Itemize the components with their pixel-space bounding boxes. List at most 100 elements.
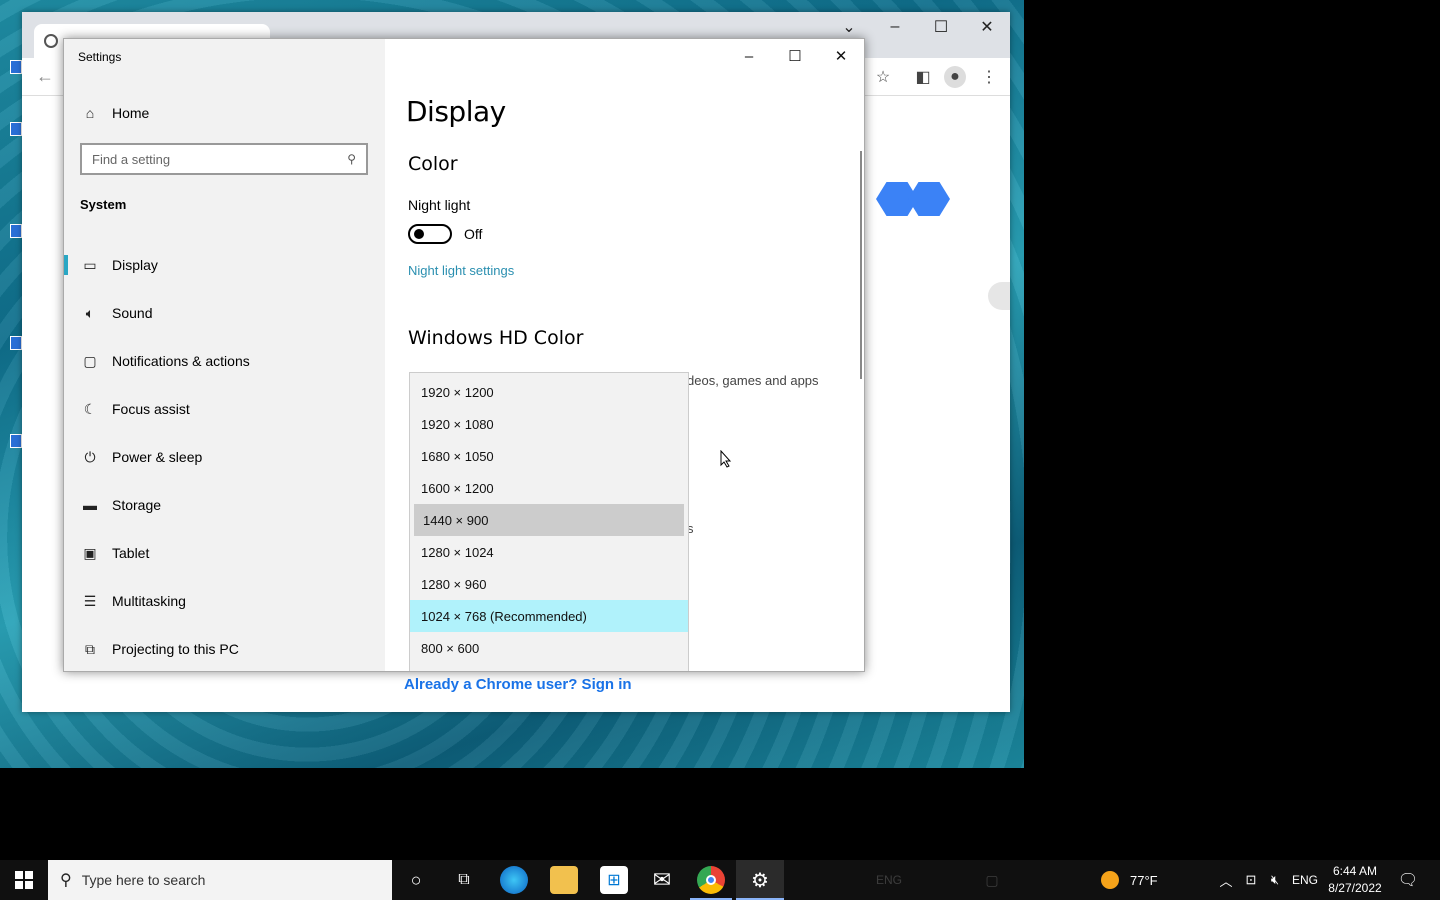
resolution-dropdown-list: 1920 × 1200 1920 × 1080 1680 × 1050 1600… bbox=[409, 372, 689, 671]
desktop-icon[interactable] bbox=[2, 336, 22, 380]
speaker-icon: 🔈︎ bbox=[85, 304, 95, 321]
taskbar-search-input[interactable] bbox=[81, 872, 392, 888]
ghost-tray-language: ENG bbox=[876, 873, 903, 887]
find-setting-input[interactable] bbox=[92, 151, 348, 167]
resolution-option[interactable]: 1600 × 1200 bbox=[410, 472, 688, 504]
input-language[interactable]: ENG bbox=[1292, 860, 1318, 900]
sidebar-item-storage[interactable]: ▬ Storage bbox=[64, 481, 385, 529]
taskbar-search-box[interactable]: ⚲ bbox=[48, 860, 392, 900]
nav-label: Power & sleep bbox=[112, 449, 203, 465]
resolution-option[interactable]: 1920 × 1200 bbox=[410, 376, 688, 408]
home-nav-item[interactable]: ⌂ Home bbox=[80, 103, 150, 123]
edge-icon[interactable] bbox=[500, 866, 528, 894]
close-button[interactable]: ✕ bbox=[818, 41, 864, 71]
more-menu-icon[interactable]: ⋮ bbox=[978, 66, 1000, 88]
monitor-icon: ▭ bbox=[83, 256, 97, 273]
cortana-icon[interactable]: ○ bbox=[402, 860, 430, 900]
hd-color-heading: Windows HD Color bbox=[408, 327, 584, 349]
find-setting-box[interactable]: ⚲ bbox=[80, 143, 368, 175]
night-light-label: Night light bbox=[408, 197, 471, 213]
settings-sidebar: Settings ⌂ Home ⚲ System ▭ Display 🔈︎ So… bbox=[64, 39, 385, 671]
nav-label: Focus assist bbox=[112, 401, 190, 417]
resolution-option[interactable]: 1280 × 1024 bbox=[410, 536, 688, 568]
action-center-icon[interactable]: 🗨︎ bbox=[1394, 860, 1422, 900]
search-icon: ⚲ bbox=[60, 872, 72, 889]
nav-label: Tablet bbox=[112, 545, 150, 561]
settings-gear-icon[interactable]: ⚙ bbox=[736, 860, 784, 900]
volume-muted-icon[interactable]: 🔇︎ bbox=[1264, 860, 1286, 900]
weather-sun-icon[interactable] bbox=[1098, 860, 1122, 900]
color-heading: Color bbox=[408, 153, 458, 175]
nav-label: Projecting to this PC bbox=[112, 641, 239, 657]
desktop-icon[interactable] bbox=[2, 122, 22, 166]
chrome-icon[interactable] bbox=[697, 866, 725, 894]
nav-label: Storage bbox=[112, 497, 162, 513]
section-label: System bbox=[80, 197, 127, 212]
maximize-button[interactable]: ☐ bbox=[918, 12, 964, 42]
mail-icon[interactable]: ✉ bbox=[648, 866, 676, 894]
resolution-option[interactable]: 1680 × 1050 bbox=[410, 440, 688, 472]
decorative-shape bbox=[988, 282, 1010, 310]
network-icon[interactable]: ⊡ bbox=[1240, 860, 1262, 900]
tablet-icon: ▣ bbox=[83, 544, 97, 561]
file-explorer-icon[interactable] bbox=[550, 866, 578, 894]
minimize-button[interactable]: – bbox=[726, 41, 772, 71]
taskbar: ⚲ ○ ⧉ ⊞ ✉ ⚙ ENG ▢ 77°F ︿ ⊡ 🔇︎ ENG 6:44 A… bbox=[0, 860, 1440, 900]
store-icon[interactable]: ⊞ bbox=[600, 866, 628, 894]
search-icon[interactable]: ⚲ bbox=[347, 152, 356, 166]
scrollbar[interactable] bbox=[860, 151, 862, 379]
toggle-state: Off bbox=[464, 226, 483, 242]
sidebar-item-sound[interactable]: 🔈︎ Sound bbox=[64, 289, 385, 337]
side-panel-icon[interactable]: ◧ bbox=[912, 66, 934, 88]
page-title: Display bbox=[406, 95, 506, 128]
desktop-icon[interactable] bbox=[2, 434, 22, 478]
taskbar-clock[interactable]: 6:44 AM 8/27/2022 bbox=[1322, 863, 1388, 897]
notification-icon: ▢ bbox=[83, 352, 97, 369]
chrome-signin-link[interactable]: Already a Chrome user? Sign in bbox=[404, 676, 632, 693]
nav-label: Notifications & actions bbox=[112, 353, 250, 369]
windows-logo-icon bbox=[15, 871, 33, 889]
star-icon[interactable]: ☆ bbox=[872, 66, 894, 88]
hd-color-description: deos, games and apps bbox=[687, 373, 819, 388]
sidebar-item-power-sleep[interactable]: ⏻ Power & sleep bbox=[64, 433, 385, 481]
desktop-icon[interactable] bbox=[2, 224, 22, 268]
desktop-icon[interactable] bbox=[2, 60, 22, 104]
sidebar-item-projecting[interactable]: ⧉ Projecting to this PC bbox=[64, 625, 385, 671]
maximize-button[interactable]: ☐ bbox=[772, 41, 818, 71]
clock-time: 6:44 AM bbox=[1332, 864, 1378, 878]
profile-icon[interactable]: ● bbox=[944, 66, 966, 88]
night-light-settings-link[interactable]: Night light settings bbox=[408, 263, 514, 278]
resolution-option-selected[interactable]: 1024 × 768 (Recommended) bbox=[410, 600, 688, 632]
power-icon: ⏻ bbox=[84, 448, 96, 465]
night-light-toggle[interactable] bbox=[408, 224, 452, 244]
night-light-toggle-row: Off bbox=[408, 224, 482, 244]
nav-label: Multitasking bbox=[112, 593, 186, 609]
home-label: Home bbox=[112, 105, 150, 121]
task-view-icon[interactable]: ⧉ bbox=[450, 860, 478, 900]
sidebar-item-notifications[interactable]: ▢ Notifications & actions bbox=[64, 337, 385, 385]
sidebar-item-multitasking[interactable]: ☰ Multitasking bbox=[64, 577, 385, 625]
globe-icon bbox=[44, 34, 58, 48]
start-button[interactable] bbox=[0, 860, 48, 900]
back-arrow-icon[interactable]: ← bbox=[36, 66, 54, 87]
sidebar-item-tablet[interactable]: ▣ Tablet bbox=[64, 529, 385, 577]
sidebar-item-display[interactable]: ▭ Display bbox=[64, 241, 385, 289]
storage-icon: ▬ bbox=[83, 497, 97, 513]
moon-icon: ☾ bbox=[83, 400, 97, 417]
chevron-up-icon[interactable]: ︿ bbox=[1216, 860, 1236, 900]
home-icon: ⌂ bbox=[85, 105, 95, 121]
weather-temp[interactable]: 77°F bbox=[1130, 860, 1158, 900]
multitasking-icon: ☰ bbox=[83, 592, 97, 609]
resolution-option[interactable]: 1280 × 960 bbox=[410, 568, 688, 600]
minimize-button[interactable]: – bbox=[872, 12, 918, 42]
resolution-option-hovered[interactable]: 1440 × 900 bbox=[414, 504, 684, 536]
chrome-illustration bbox=[876, 182, 950, 216]
resolution-option[interactable]: 1920 × 1080 bbox=[410, 408, 688, 440]
ghost-notification-icon: ▢ bbox=[985, 871, 999, 888]
system-nav-list: ▭ Display 🔈︎ Sound ▢ Notifications & act… bbox=[64, 241, 385, 671]
settings-window: Settings ⌂ Home ⚲ System ▭ Display 🔈︎ So… bbox=[63, 38, 865, 672]
resolution-option[interactable]: 800 × 600 bbox=[410, 632, 688, 664]
close-button[interactable]: ✕ bbox=[964, 12, 1010, 42]
nav-label: Sound bbox=[112, 305, 153, 321]
sidebar-item-focus-assist[interactable]: ☾ Focus assist bbox=[64, 385, 385, 433]
